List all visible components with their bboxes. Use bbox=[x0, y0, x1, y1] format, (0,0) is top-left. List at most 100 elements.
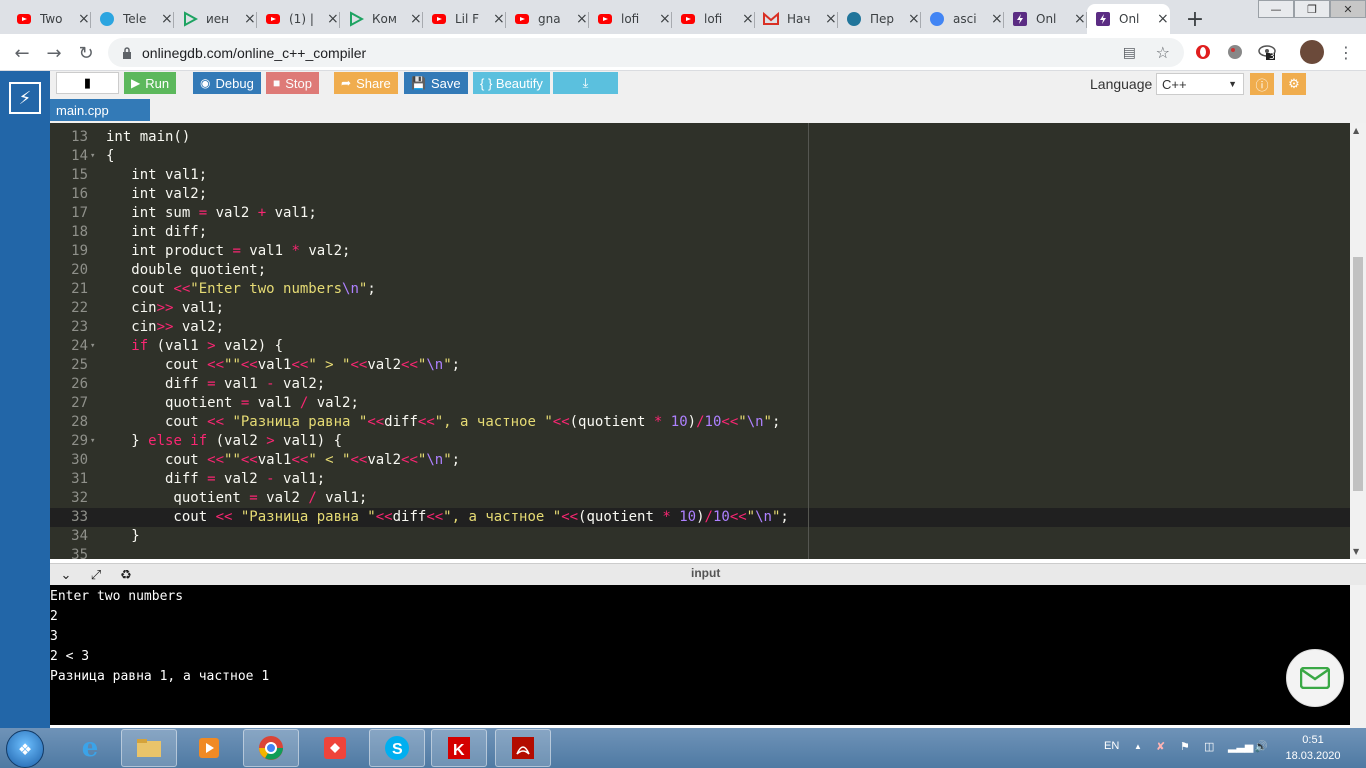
close-icon[interactable]: × bbox=[493, 11, 505, 27]
close-icon[interactable]: × bbox=[327, 11, 339, 27]
network-signal-icon[interactable]: ▂▃▅ bbox=[1228, 740, 1253, 753]
minimize-button[interactable]: — bbox=[1258, 0, 1294, 18]
scroll-down-icon[interactable]: ▼ bbox=[1353, 547, 1359, 556]
code-area[interactable]: 13 int main() 14 ▾{15 int val1; 16 int val2;… bbox=[50, 123, 1350, 559]
browser-tab[interactable]: lofi × bbox=[672, 4, 755, 34]
fold-toggle-icon[interactable]: ▾ bbox=[90, 337, 95, 356]
close-window-button[interactable]: ✕ bbox=[1330, 0, 1366, 18]
close-icon[interactable]: × bbox=[576, 11, 588, 27]
back-button[interactable]: ← bbox=[10, 41, 34, 65]
close-icon[interactable]: × bbox=[161, 11, 173, 27]
info-button[interactable]: ⓘ bbox=[1250, 73, 1274, 95]
browser-tab[interactable]: иен × bbox=[174, 4, 257, 34]
browser-tab[interactable]: Пер × bbox=[838, 4, 921, 34]
chrome-icon[interactable] bbox=[243, 729, 299, 767]
browser-tab[interactable]: Onl × bbox=[1004, 4, 1087, 34]
close-icon[interactable]: × bbox=[825, 11, 837, 27]
browser-tab[interactable]: Onl × bbox=[1087, 4, 1170, 34]
code-line[interactable]: 18 int diff; bbox=[50, 223, 1350, 242]
action-center-flag-icon[interactable]: ⚑ bbox=[1180, 740, 1190, 753]
volume-icon[interactable]: 🔊 bbox=[1254, 740, 1268, 753]
onlinegdb-logo-icon[interactable]: ⚡ bbox=[9, 82, 41, 114]
browser-tab[interactable]: Нач × bbox=[755, 4, 838, 34]
code-editor[interactable]: 13 int main() 14 ▾{15 int val1; 16 int val2;… bbox=[50, 123, 1350, 559]
close-icon[interactable]: × bbox=[742, 11, 754, 27]
code-line[interactable]: 27 quotient = val1 / val2; bbox=[50, 394, 1350, 413]
reload-button[interactable]: ↻ bbox=[74, 41, 98, 65]
close-icon[interactable]: × bbox=[410, 11, 422, 27]
code-line[interactable]: 13 int main() bbox=[50, 128, 1350, 147]
browser-menu-icon[interactable]: ⋮ bbox=[1336, 42, 1356, 62]
code-line[interactable]: 19 int product = val1 * val2; bbox=[50, 242, 1350, 261]
stop-button[interactable]: ■ Stop bbox=[266, 72, 319, 94]
code-line[interactable]: 21 cout <<"Enter two numbers\n"; bbox=[50, 280, 1350, 299]
new-file-button[interactable]: ▮ bbox=[56, 72, 119, 94]
scrollbar-thumb[interactable] bbox=[1353, 257, 1363, 491]
tab-main-cpp[interactable]: main.cpp bbox=[50, 99, 150, 121]
show-hidden-icons-icon[interactable]: ▲ bbox=[1134, 742, 1142, 751]
kaspersky-tray-icon[interactable]: ✘ bbox=[1156, 740, 1165, 753]
console-output[interactable]: Enter two numbers 2 3 2 < 3 Разница равна 1,… bbox=[50, 585, 1350, 725]
browser-tab[interactable]: Two × bbox=[8, 4, 91, 34]
expand-icon[interactable]: ⤢ bbox=[88, 567, 104, 583]
code-line[interactable]: 20 double quotient; bbox=[50, 261, 1350, 280]
beautify-button[interactable]: { } Beautify bbox=[473, 72, 550, 94]
code-line[interactable]: 14 ▾ { bbox=[50, 147, 1350, 166]
download-button[interactable]: ⤓ bbox=[553, 72, 618, 94]
code-line[interactable]: 24 ▾ if (val1 > val2) { bbox=[50, 337, 1350, 356]
eye-extension-icon[interactable]: 3 bbox=[1257, 42, 1277, 62]
browser-tab[interactable]: gna × bbox=[506, 4, 589, 34]
globe-extension-icon[interactable] bbox=[1225, 42, 1245, 62]
code-line[interactable]: 34 } bbox=[50, 527, 1350, 546]
new-tab-button[interactable]: + bbox=[1181, 5, 1209, 33]
browser-tab[interactable]: Lil F × bbox=[423, 4, 506, 34]
close-icon[interactable]: × bbox=[1157, 11, 1169, 27]
fold-toggle-icon[interactable]: ▾ bbox=[90, 147, 95, 166]
code-line[interactable]: 15 int val1; bbox=[50, 166, 1350, 185]
maximize-button[interactable]: ❐ bbox=[1294, 0, 1330, 18]
collapse-chevron-icon[interactable]: ⌄ bbox=[58, 567, 74, 583]
editor-scrollbar[interactable]: ▲ ▼ bbox=[1350, 123, 1366, 559]
browser-tab[interactable]: asci × bbox=[921, 4, 1004, 34]
media-player-icon[interactable] bbox=[181, 729, 237, 767]
device-tray-icon[interactable]: ◫ bbox=[1204, 740, 1214, 753]
bookmark-star-icon[interactable]: ☆ bbox=[1156, 43, 1170, 62]
share-button[interactable]: ➦ Share bbox=[334, 72, 398, 94]
settings-button[interactable]: ⚙ bbox=[1282, 73, 1306, 95]
code-line[interactable]: 23 cin>> val2; bbox=[50, 318, 1350, 337]
code-line[interactable]: 30 cout <<""<<val1<<" < "<<val2<<"\n"; bbox=[50, 451, 1350, 470]
code-line[interactable]: 35 bbox=[50, 546, 1350, 559]
acrobat-reader-icon[interactable] bbox=[495, 729, 551, 767]
translate-icon[interactable]: ▤ bbox=[1123, 45, 1136, 61]
browser-tab[interactable]: (1) | × bbox=[257, 4, 340, 34]
code-line[interactable]: 29 ▾ } else if (val2 > val1) { bbox=[50, 432, 1350, 451]
internet-explorer-icon[interactable]: e bbox=[62, 729, 118, 767]
kaspersky-icon[interactable]: K bbox=[431, 729, 487, 767]
browser-tab[interactable]: Tele × bbox=[91, 4, 174, 34]
console-scrollbar[interactable] bbox=[1350, 585, 1366, 728]
close-icon[interactable]: × bbox=[991, 11, 1003, 27]
save-button[interactable]: 💾 Save bbox=[404, 72, 468, 94]
close-icon[interactable]: × bbox=[244, 11, 256, 27]
code-line[interactable]: 16 int val2; bbox=[50, 185, 1350, 204]
close-icon[interactable]: × bbox=[659, 11, 671, 27]
forward-button[interactable]: → bbox=[42, 41, 66, 65]
code-line[interactable]: 31 diff = val2 - val1; bbox=[50, 470, 1350, 489]
fold-toggle-icon[interactable]: ▾ bbox=[90, 432, 95, 451]
scroll-up-icon[interactable]: ▲ bbox=[1353, 126, 1359, 135]
feedback-mail-button[interactable] bbox=[1286, 649, 1344, 707]
close-icon[interactable]: × bbox=[78, 11, 90, 27]
debug-button[interactable]: ◉ Debug bbox=[193, 72, 261, 94]
code-line[interactable]: 25 cout <<""<<val1<<" > "<<val2<<"\n"; bbox=[50, 356, 1350, 375]
input-language[interactable]: EN bbox=[1104, 740, 1119, 752]
language-select[interactable]: C++ ▼ bbox=[1156, 73, 1244, 95]
code-line[interactable]: 26 diff = val1 - val2; bbox=[50, 375, 1350, 394]
anydesk-icon[interactable] bbox=[307, 729, 363, 767]
code-line[interactable]: 22 cin>> val1; bbox=[50, 299, 1350, 318]
opera-extension-icon[interactable] bbox=[1193, 42, 1213, 62]
system-clock[interactable]: 0:51 18.03.2020 bbox=[1278, 732, 1348, 764]
address-bar[interactable]: onlinegdb.com/online_c++_compiler ▤ ☆ bbox=[108, 38, 1184, 67]
profile-avatar[interactable] bbox=[1300, 40, 1324, 64]
code-line[interactable]: 17 int sum = val2 + val1; bbox=[50, 204, 1350, 223]
browser-tab[interactable]: Ком × bbox=[340, 4, 423, 34]
